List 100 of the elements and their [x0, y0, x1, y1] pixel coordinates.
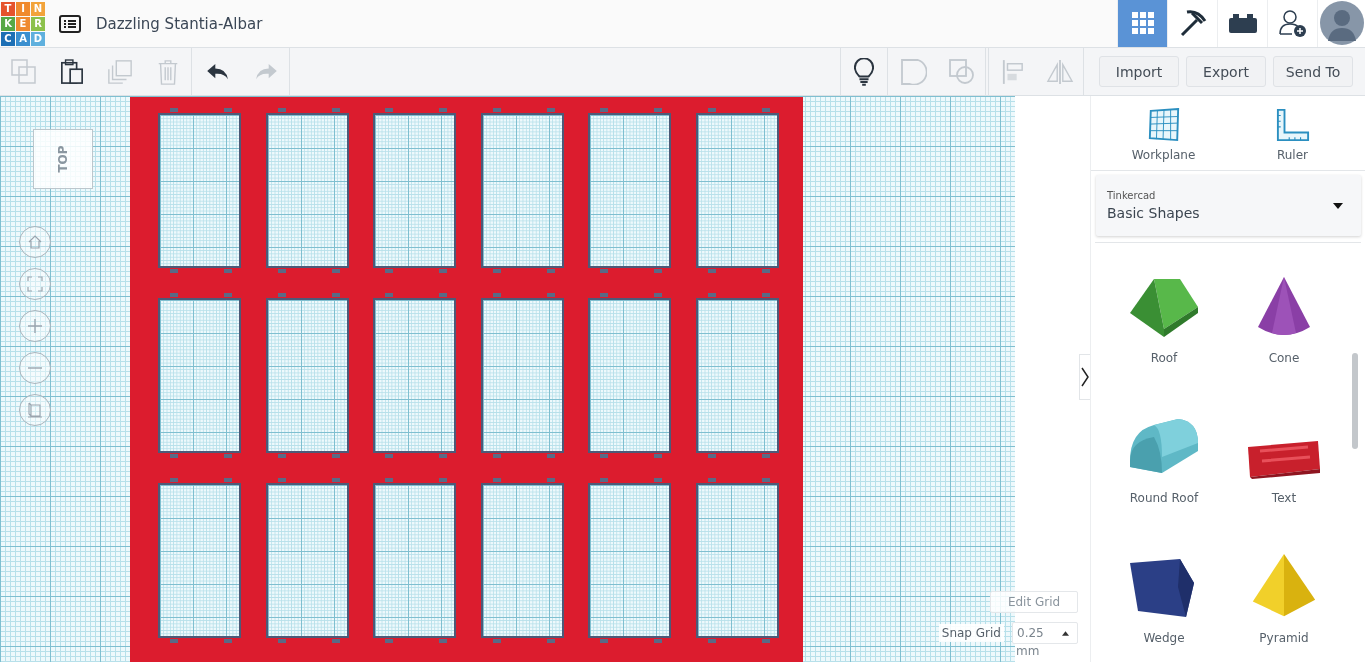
plate-shape[interactable]	[130, 97, 803, 662]
cone-shape-item[interactable]: Cone	[1224, 243, 1344, 377]
pyramid-shape-item[interactable]: Pyramid	[1224, 517, 1344, 657]
tab-mark	[224, 293, 232, 297]
logo-letter: K	[1, 16, 15, 31]
export-action-button[interactable]: Export	[1186, 56, 1266, 87]
tab-mark	[546, 293, 555, 297]
tab-mark	[654, 108, 662, 112]
tab-mark	[546, 108, 555, 112]
tab-mark	[170, 293, 178, 297]
tab-mark	[492, 639, 501, 643]
round-roof-shape-item[interactable]: Round Roof	[1104, 377, 1224, 517]
logo-letter: T	[1, 1, 15, 16]
group-icon	[901, 58, 927, 85]
tab-mark	[600, 293, 608, 297]
dropdown-caret-icon	[1333, 202, 1343, 209]
ruler-tool[interactable]: Ruler	[1237, 108, 1348, 162]
workplane-tool[interactable]: Workplane	[1108, 108, 1219, 162]
collapse-panel-button[interactable]	[1079, 354, 1090, 400]
grid-plane-icon	[1146, 108, 1181, 142]
tab-mark	[761, 639, 770, 643]
minus-icon	[27, 366, 43, 370]
chevron-icon	[1081, 367, 1089, 387]
user-add-nav-button[interactable]	[1267, 0, 1317, 47]
scrollbar-thumb[interactable]	[1352, 353, 1358, 449]
tab-mark	[385, 454, 393, 458]
tab-mark	[224, 478, 232, 482]
tab-mark	[224, 454, 232, 458]
tab-mark	[707, 639, 716, 643]
logo-letter: R	[31, 16, 45, 31]
roof-shape-item[interactable]: Roof	[1104, 243, 1224, 377]
tab-mark	[654, 454, 662, 458]
tab-mark	[277, 269, 286, 273]
caret-icon	[1062, 630, 1069, 636]
avatar-nav-button[interactable]	[1317, 0, 1365, 47]
tab-mark	[277, 478, 286, 482]
wedge-shape-item[interactable]: Wedge	[1104, 517, 1224, 657]
export-action-button[interactable]: Send To	[1273, 56, 1353, 87]
tab-mark	[492, 108, 501, 112]
tab-mark	[600, 454, 608, 458]
tab-mark	[654, 639, 662, 643]
tab-mark	[761, 269, 770, 273]
tab-mark	[331, 478, 340, 482]
tab-mark	[761, 454, 770, 458]
ungroup-icon	[948, 58, 975, 85]
tab-mark	[224, 639, 232, 643]
ruler-icon	[1275, 108, 1310, 142]
pickaxe-nav-button[interactable]	[1167, 0, 1217, 47]
grid-icon	[1130, 11, 1155, 35]
tab-mark	[170, 269, 178, 273]
tab-mark	[170, 454, 178, 458]
tab-mark	[761, 293, 770, 297]
plus-icon	[27, 318, 43, 334]
logo-letter: I	[16, 1, 30, 16]
brick-nav-button[interactable]	[1217, 0, 1267, 47]
tab-mark	[170, 108, 178, 112]
undo-arrow-icon	[206, 62, 230, 81]
tab-mark	[439, 454, 447, 458]
projection-button[interactable]	[19, 394, 51, 426]
tab-mark	[492, 293, 501, 297]
snap-grid-select[interactable]: 0.25	[1012, 622, 1078, 644]
copy-icon	[11, 58, 37, 85]
fit-view-button[interactable]	[19, 268, 51, 300]
tab-mark	[492, 478, 501, 482]
home-view-button[interactable]	[19, 226, 51, 258]
trash-icon	[156, 58, 179, 85]
mirror-icon	[1045, 58, 1074, 85]
logo-letter: N	[31, 1, 45, 16]
tab-mark	[546, 454, 555, 458]
tab-mark	[707, 454, 716, 458]
tab-mark	[546, 639, 555, 643]
design-title[interactable]: Dazzling Stantia-Albar	[96, 14, 263, 33]
text-shape-item[interactable]: Text	[1224, 377, 1344, 517]
tab-mark	[654, 269, 662, 273]
tab-mark	[170, 639, 178, 643]
zoom-out-button[interactable]	[19, 352, 51, 384]
tab-mark	[331, 269, 340, 273]
tab-mark	[331, 639, 340, 643]
tab-mark	[224, 108, 232, 112]
tab-mark	[654, 478, 662, 482]
logo-letter: E	[16, 16, 30, 31]
tab-mark	[439, 108, 447, 112]
logo-letter: D	[31, 31, 45, 46]
logo-letter: C	[1, 31, 15, 46]
duplicate-icon	[107, 58, 133, 85]
zoom-in-button[interactable]	[19, 310, 51, 342]
tab-mark	[707, 293, 716, 297]
tab-mark	[654, 293, 662, 297]
tab-mark	[761, 478, 770, 482]
tab-mark	[385, 293, 393, 297]
logo-letter: A	[16, 31, 30, 46]
bulb-button[interactable]	[840, 48, 888, 95]
shape-library-dropdown[interactable]: Tinkercad Basic Shapes	[1096, 175, 1361, 236]
text-shape-icon	[1246, 439, 1322, 479]
pyramid-shape-icon	[1251, 553, 1317, 619]
redo-arrow-icon	[253, 62, 278, 81]
tab-mark	[385, 478, 393, 482]
tab-mark	[385, 108, 393, 112]
export-action-button[interactable]: Import	[1099, 56, 1179, 87]
list-icon[interactable]	[59, 14, 81, 33]
